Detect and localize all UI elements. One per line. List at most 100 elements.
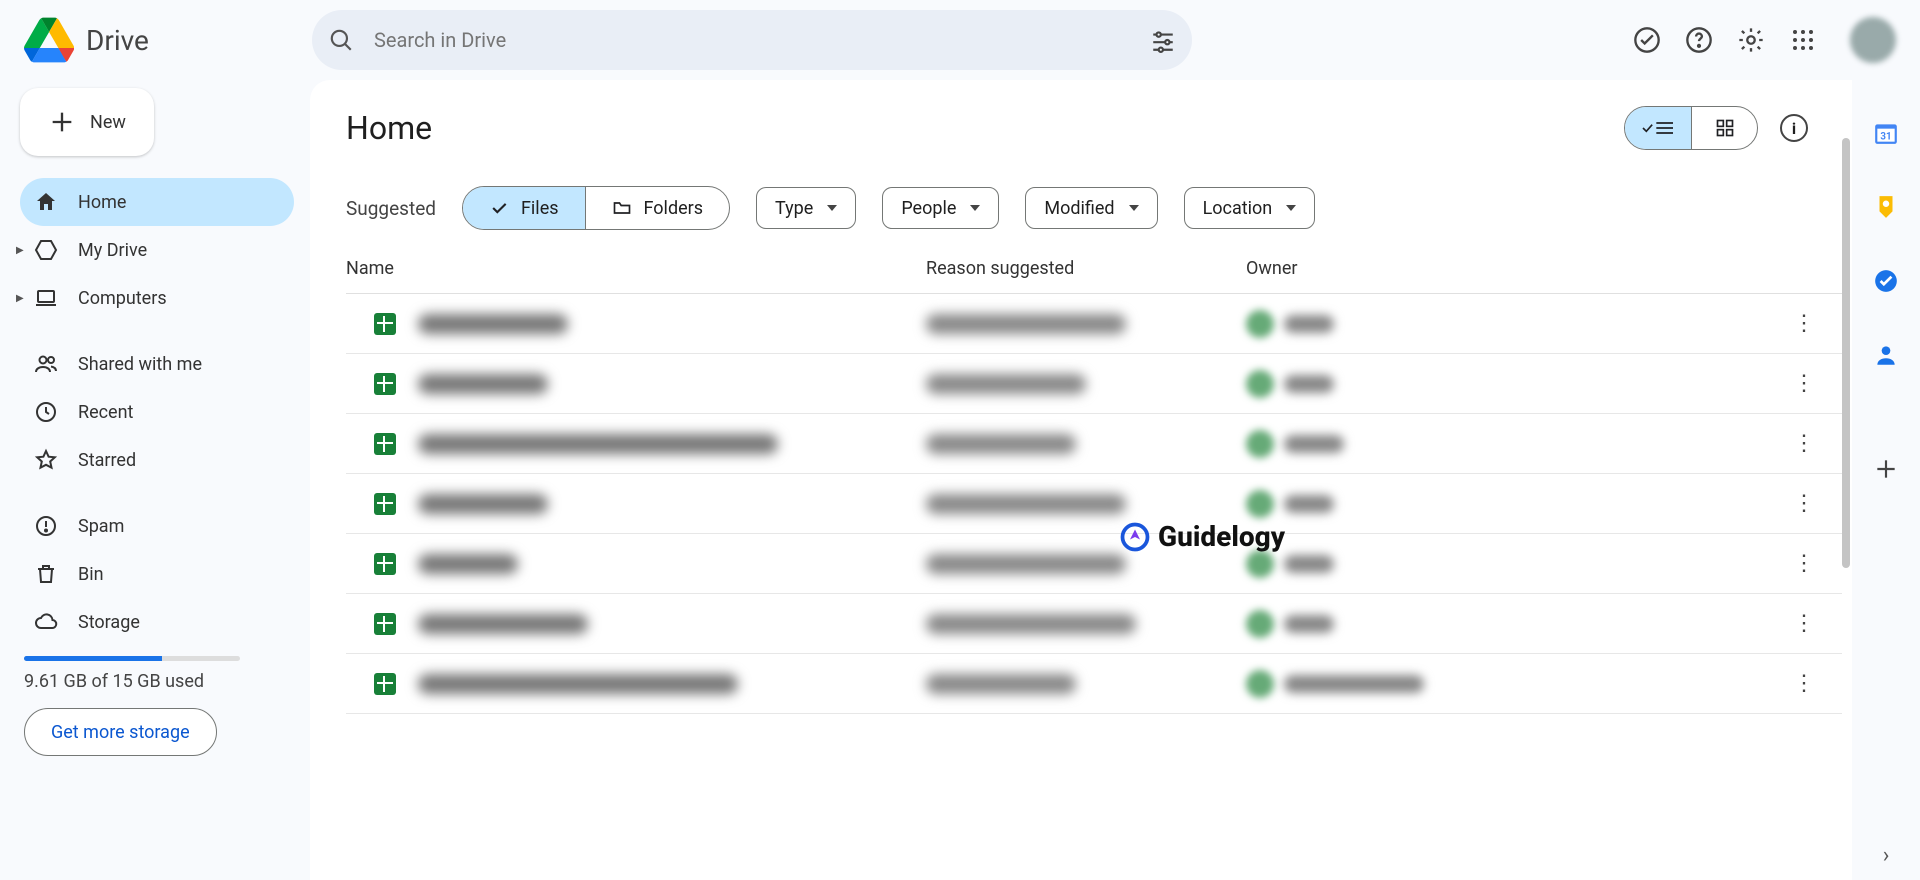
chevron-right-icon[interactable]: ▶ [16,293,24,304]
sheets-icon [374,313,396,335]
sidebar-item-my-drive[interactable]: ▶ My Drive [20,226,294,274]
sheets-icon [374,673,396,695]
sheets-icon [374,433,396,455]
header: Drive [0,0,1920,80]
main-panel: Home i Suggested Files [310,80,1852,880]
cloud-icon [34,610,58,634]
column-name[interactable]: Name [346,258,926,279]
trash-icon [34,562,58,586]
spam-icon [34,514,58,538]
file-name [418,494,548,514]
tasks-icon[interactable] [1873,268,1899,298]
reason-text [926,494,1126,514]
collapse-panel-icon[interactable]: › [1883,843,1890,868]
column-owner[interactable]: Owner [1246,258,1446,279]
owner-name [1284,675,1424,693]
sidebar-item-label: Storage [78,612,140,633]
grid-view-button[interactable] [1691,107,1757,149]
search-options-icon[interactable] [1148,25,1178,55]
table-row[interactable]: ⋮ [346,294,1842,354]
sheets-icon [374,373,396,395]
owner-name [1284,375,1334,393]
sidebar-item-recent[interactable]: Recent [20,388,294,436]
scrollbar-thumb[interactable] [1842,138,1850,568]
table-row[interactable]: ⋮ [346,654,1842,714]
storage-fill [24,656,162,661]
filter-people[interactable]: People [882,187,999,229]
owner-avatar [1246,550,1274,578]
reason-text [926,314,1126,334]
sheets-icon [374,613,396,635]
sidebar: New Home ▶ My Drive ▶ Computers Shared w… [0,80,310,880]
table-row[interactable]: ⋮ [346,594,1842,654]
file-name [418,614,588,634]
account-avatar[interactable] [1850,17,1896,63]
more-actions-icon[interactable]: ⋮ [1786,486,1822,522]
sidebar-item-label: Starred [78,450,136,471]
get-more-storage-button[interactable]: Get more storage [24,708,217,756]
owner-avatar [1246,610,1274,638]
sidebar-item-shared[interactable]: Shared with me [20,340,294,388]
storage-text: 9.61 GB of 15 GB used [24,671,292,692]
offline-ready-icon[interactable] [1632,25,1662,55]
sidebar-item-storage[interactable]: Storage [20,598,294,646]
star-icon [34,448,58,472]
keep-icon[interactable] [1873,194,1899,224]
table-row[interactable]: ⋮ [346,534,1842,594]
settings-gear-icon[interactable] [1736,25,1766,55]
view-toggle [1624,106,1758,150]
column-reason[interactable]: Reason suggested [926,258,1246,279]
more-actions-icon[interactable]: ⋮ [1786,366,1822,402]
more-actions-icon[interactable]: ⋮ [1786,606,1822,642]
table-row[interactable]: ⋮ [346,414,1842,474]
chevron-right-icon[interactable]: ▶ [16,245,24,256]
new-button[interactable]: New [20,88,154,156]
sheets-icon [374,553,396,575]
reason-text [926,554,1126,574]
owner-name [1284,315,1334,333]
files-folders-toggle: Files Folders [462,186,730,230]
sidebar-item-spam[interactable]: Spam [20,502,294,550]
folder-icon [612,198,632,218]
filter-modified[interactable]: Modified [1025,187,1157,229]
sidebar-item-starred[interactable]: Starred [20,436,294,484]
search-bar[interactable] [312,10,1192,70]
contacts-icon[interactable] [1873,342,1899,372]
search-icon[interactable] [326,25,356,55]
help-icon[interactable] [1684,25,1714,55]
reason-text [926,674,1076,694]
calendar-icon[interactable]: 31 [1873,120,1899,150]
owner-avatar [1246,490,1274,518]
sidebar-item-home[interactable]: Home [20,178,294,226]
list-view-button[interactable] [1625,107,1691,149]
storage-bar [24,656,240,661]
tab-folders[interactable]: Folders [585,187,730,229]
logo-wrap[interactable]: Drive [24,15,304,65]
more-actions-icon[interactable]: ⋮ [1786,546,1822,582]
more-actions-icon[interactable]: ⋮ [1786,306,1822,342]
sidebar-item-label: Computers [78,288,167,309]
table-row[interactable]: ⋮ [346,354,1842,414]
sidebar-item-computers[interactable]: ▶ Computers [20,274,294,322]
info-icon[interactable]: i [1780,114,1808,142]
sidebar-item-bin[interactable]: Bin [20,550,294,598]
more-actions-icon[interactable]: ⋮ [1786,666,1822,702]
add-icon[interactable] [1873,456,1899,486]
chevron-down-icon [827,205,837,211]
table-row[interactable]: ⋮ [346,474,1842,534]
filter-type[interactable]: Type [756,187,856,229]
drive-logo-icon [24,15,74,65]
tab-files[interactable]: Files [463,187,585,229]
reason-text [926,434,1076,454]
search-input[interactable] [374,28,1130,52]
filter-location[interactable]: Location [1184,187,1316,229]
home-icon [34,190,58,214]
page-title: Home [346,109,432,147]
clock-icon [34,400,58,424]
apps-grid-icon[interactable] [1788,25,1818,55]
file-name [418,434,778,454]
filter-row: Suggested Files Folders Type People Modi… [346,186,1842,230]
more-actions-icon[interactable]: ⋮ [1786,426,1822,462]
owner-name [1284,615,1334,633]
new-button-label: New [90,112,126,133]
